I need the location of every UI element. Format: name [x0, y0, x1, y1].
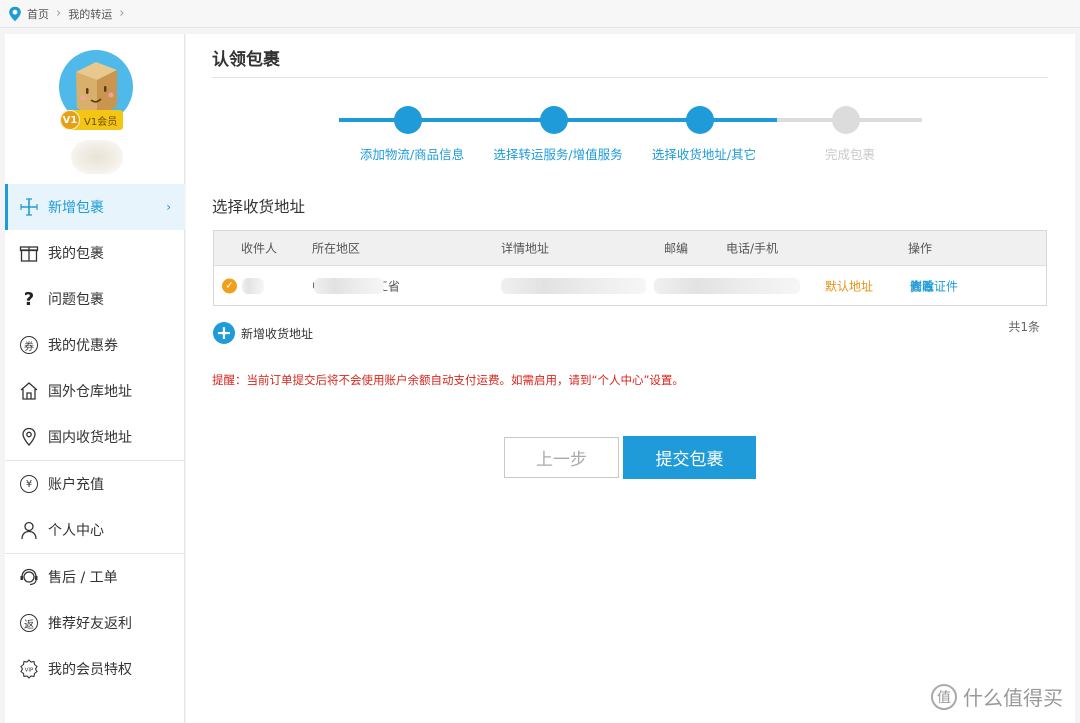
col-region: 所在地区 [312, 241, 361, 256]
location-pin-icon [9, 6, 21, 21]
step-label-2: 选择转运服务/增值服务 [493, 147, 623, 162]
chevron-right-icon: › [56, 6, 62, 21]
progress-steps: 添加物流/商品信息 选择转运服务/增值服务 选择收货地址/其它 完成包裹 [186, 34, 1075, 174]
sidebar-item-label: 我的包裹 [48, 246, 104, 262]
chevron-right-icon: › [166, 200, 171, 214]
sidebar-item-recharge[interactable]: ¥ 账户充值 [5, 461, 185, 507]
vip-badge-text: V1会员 [84, 116, 118, 128]
table-header: 收件人 所在地区 详情地址 邮编 电话/手机 操作 [214, 231, 1046, 266]
sidebar: V1 V1会员 新增包裹 › 我的包裹 ? 问题包裹 券 我的优惠券 国外仓库地… [5, 34, 185, 723]
vip-level-icon: V1 [60, 110, 80, 130]
breadcrumb-current[interactable]: 我的转运 [68, 6, 112, 22]
submit-package-button[interactable]: 提交包裹 [623, 436, 756, 479]
col-phone: 电话/手机 [726, 241, 779, 256]
chevron-right-icon: › [119, 6, 125, 21]
step-dot-2 [540, 106, 568, 134]
sidebar-item-label: 国外仓库地址 [48, 384, 132, 400]
warehouse-icon [19, 381, 39, 401]
sidebar-item-after-sales[interactable]: 售后 / 工单 [5, 554, 185, 600]
add-address-button[interactable]: + 新增收货地址 [213, 322, 313, 344]
sidebar-item-label: 我的会员特权 [48, 662, 132, 678]
delete-link[interactable]: 删除 [910, 277, 934, 294]
col-actions: 操作 [908, 241, 933, 256]
col-recipient: 收件人 [241, 241, 278, 256]
location-pin-icon [19, 427, 39, 447]
sidebar-item-label: 新增包裹 [48, 200, 104, 216]
question-icon: ? [23, 288, 35, 310]
sidebar-item-label: 售后 / 工单 [48, 570, 118, 586]
step-dot-3 [686, 106, 714, 134]
step-dot-1 [394, 106, 422, 134]
sidebar-item-problem-packages[interactable]: ? 问题包裹 [5, 276, 185, 322]
watermark-logo-icon: 值 [931, 683, 957, 710]
vip-badge: V1 V1会员 [60, 110, 124, 130]
breadcrumb-home[interactable]: 首页 [27, 6, 49, 22]
sidebar-item-overseas-warehouse[interactable]: 国外仓库地址 [5, 368, 185, 414]
sidebar-item-label: 国内收货地址 [48, 430, 132, 446]
watermark-text: 什么值得买 [963, 686, 1063, 710]
username-blurred [71, 140, 123, 174]
sidebar-item-referral[interactable]: 返 推荐好友返利 [5, 600, 185, 646]
sidebar-item-personal-center[interactable]: 个人中心 [5, 507, 185, 553]
headset-icon [19, 567, 39, 587]
sidebar-item-label: 账户充值 [48, 477, 104, 493]
section-title: 选择收货地址 [212, 198, 306, 216]
svg-text:VIP: VIP [25, 668, 34, 674]
rebate-icon: 返 [19, 613, 39, 633]
sidebar-menu: 新增包裹 › 我的包裹 ? 问题包裹 券 我的优惠券 国外仓库地址 国内收货地址… [5, 184, 185, 692]
sidebar-item-coupons[interactable]: 券 我的优惠券 [5, 322, 185, 368]
default-address-tag: 默认地址 [825, 279, 874, 293]
address-count: 共1条 [1008, 320, 1040, 334]
vip-icon: VIP [19, 659, 39, 679]
step-label-4: 完成包裹 [824, 147, 876, 162]
sidebar-item-label: 我的优惠券 [48, 338, 118, 354]
col-zip: 邮编 [664, 241, 689, 256]
address-table: 收件人 所在地区 详情地址 邮编 电话/手机 操作 ✓ 中国大陆 浙江省 默认地… [213, 230, 1047, 306]
sidebar-item-new-package[interactable]: 新增包裹 › [5, 184, 185, 230]
sidebar-item-member-privileges[interactable]: VIP 我的会员特权 [5, 646, 185, 692]
plus-icon [19, 197, 39, 217]
gift-box-icon [19, 243, 39, 263]
step-label-3: 选择收货地址/其它 [651, 147, 757, 162]
watermark: 值 什么值得买 [931, 682, 1063, 711]
table-row[interactable]: ✓ 中国大陆 浙江省 默认地址 查看证件 | 修改 | 删除 [214, 266, 1046, 305]
notice-text: 提醒：当前订单提交后将不会使用账户余额自动支付运费。如需启用，请到“个人中心”设… [212, 373, 684, 387]
sidebar-item-my-packages[interactable]: 我的包裹 [5, 230, 185, 276]
breadcrumb: 首页 › 我的转运 › [0, 0, 1080, 28]
sidebar-item-label: 个人中心 [48, 523, 104, 539]
yuan-icon: ¥ [19, 474, 39, 494]
add-address-label: 新增收货地址 [241, 326, 314, 341]
sidebar-item-domestic-address[interactable]: 国内收货地址 [5, 414, 185, 460]
prev-step-button[interactable]: 上一步 [504, 437, 619, 478]
col-detail: 详情地址 [501, 241, 550, 256]
plus-circle-icon: + [213, 322, 235, 344]
sidebar-item-label: 问题包裹 [48, 292, 104, 308]
sidebar-item-label: 推荐好友返利 [48, 616, 132, 632]
step-dot-4 [832, 106, 860, 134]
main-panel: 认领包裹 添加物流/商品信息 选择转运服务/增值服务 选择收货地址/其它 完成包… [186, 34, 1075, 723]
coupon-icon: 券 [19, 335, 39, 355]
person-icon [19, 520, 39, 540]
step-label-1: 添加物流/商品信息 [359, 147, 465, 162]
